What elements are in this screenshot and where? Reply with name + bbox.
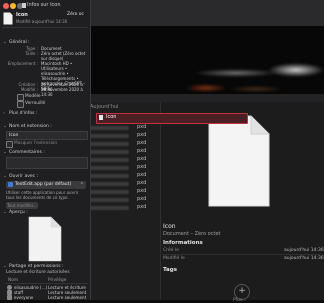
preview-info-heading: Informations — [163, 240, 203, 246]
modified-label: Modifié : — [20, 87, 38, 92]
selected-file-row[interactable]: Icon — [96, 113, 248, 124]
modified-value: 26 novembre 2020 à 14:36 — [41, 87, 83, 97]
preview-pane: Icon Document – Zéro octet Informations … — [161, 102, 324, 303]
file-row[interactable]: pxd — [89, 196, 159, 204]
file-icon — [99, 115, 103, 120]
section-more-info[interactable]: › Plus d'infos : — [3, 111, 37, 116]
preview-modified-value: aujourd'hui 14:36 — [284, 256, 324, 261]
document-preview-icon — [208, 115, 270, 207]
info-window: Infos sur Icon Icon Zéro oc Modifié : au… — [0, 0, 91, 300]
section-sharing[interactable]: ⌄ Partage et permissions : — [3, 264, 64, 269]
file-row[interactable]: pxd — [89, 188, 159, 196]
size-label: Taille : — [25, 51, 38, 56]
file-row[interactable]: pxd — [89, 156, 159, 164]
window-title: Infos sur Icon — [27, 2, 61, 8]
change-all-button[interactable]: Tout modifier... — [6, 202, 38, 209]
preview-created-value: aujourd'hui 14:36 — [284, 248, 324, 253]
name-field[interactable]: Icon — [6, 131, 88, 140]
section-general[interactable]: ⌄ Général : — [3, 40, 30, 45]
template-label: Modèle — [25, 94, 41, 99]
comments-field[interactable] — [6, 157, 88, 169]
document-icon — [22, 3, 26, 8]
document-icon — [3, 12, 13, 25]
file-row[interactable]: pxd — [89, 172, 159, 180]
file-name: Icon — [16, 12, 28, 18]
finder-path-bar — [86, 94, 324, 102]
preview-modified-label: Modifié le — [163, 256, 185, 261]
document-preview-icon — [28, 216, 62, 262]
file-row[interactable]: pxd — [89, 140, 159, 148]
hide-extension-label: Masquer l'extension — [14, 141, 58, 146]
preview-created-label: Créé le — [163, 248, 179, 253]
sharing-note: Lecture et écriture autorisées — [6, 270, 70, 275]
location-label: Emplacement : — [7, 61, 38, 66]
file-size: Zéro oc — [67, 12, 85, 17]
file-row[interactable]: pxd — [89, 132, 159, 140]
section-preview[interactable]: ⌄ Aperçu : — [3, 210, 28, 215]
minimize-button[interactable] — [10, 3, 16, 9]
template-checkbox[interactable] — [17, 94, 24, 101]
file-row[interactable]: pxd — [89, 180, 159, 188]
section-open-with[interactable]: ⌄ Ouvrir avec : — [3, 174, 38, 179]
modified-label: Modifié : — [16, 19, 34, 24]
file-row[interactable]: pxd — [89, 204, 159, 212]
selected-file-name: Icon — [106, 114, 117, 120]
file-row[interactable]: pxd — [89, 124, 159, 132]
selection-outline — [96, 113, 248, 124]
more-label: Plus... — [233, 298, 247, 303]
hide-extension-checkbox[interactable] — [6, 141, 13, 148]
open-with-description: Utiliser cette application pour ouvrir t… — [6, 190, 79, 200]
size-value: Zéro octet (Zéro octet sur disque) — [41, 51, 86, 61]
divider — [2, 27, 88, 28]
locked-label: Verrouillé — [25, 101, 46, 106]
preview-file-kind: Document – Zéro octet — [163, 231, 221, 237]
open-with-select[interactable]: TextEdit.app (par défaut) ⌃ — [6, 181, 86, 189]
locked-checkbox[interactable] — [17, 101, 24, 108]
file-row[interactable]: pxd — [89, 148, 159, 156]
modified-value: aujourd'hui 14:36 — [32, 19, 68, 24]
preview-tags-heading: Tags — [163, 267, 177, 273]
divider — [163, 254, 321, 255]
file-row[interactable]: pxd — [89, 164, 159, 172]
permission-privilege[interactable]: Lecture seulement — [48, 295, 86, 300]
blurred-banner-image — [86, 26, 324, 104]
permission-user-name: everyone — [14, 295, 34, 300]
textedit-app-icon — [8, 182, 13, 187]
preview-file-name: Icon — [163, 223, 176, 230]
column-header-today: Aujourd'hui — [90, 104, 119, 110]
section-name-extension[interactable]: ⌄ Nom et extension : — [3, 124, 52, 129]
section-comments[interactable]: ⌄ Commentaires : — [3, 150, 45, 155]
divider — [6, 283, 88, 284]
group-icon — [7, 295, 12, 300]
chevron-updown-icon: ⌃ — [79, 182, 84, 188]
close-button[interactable] — [3, 3, 9, 9]
